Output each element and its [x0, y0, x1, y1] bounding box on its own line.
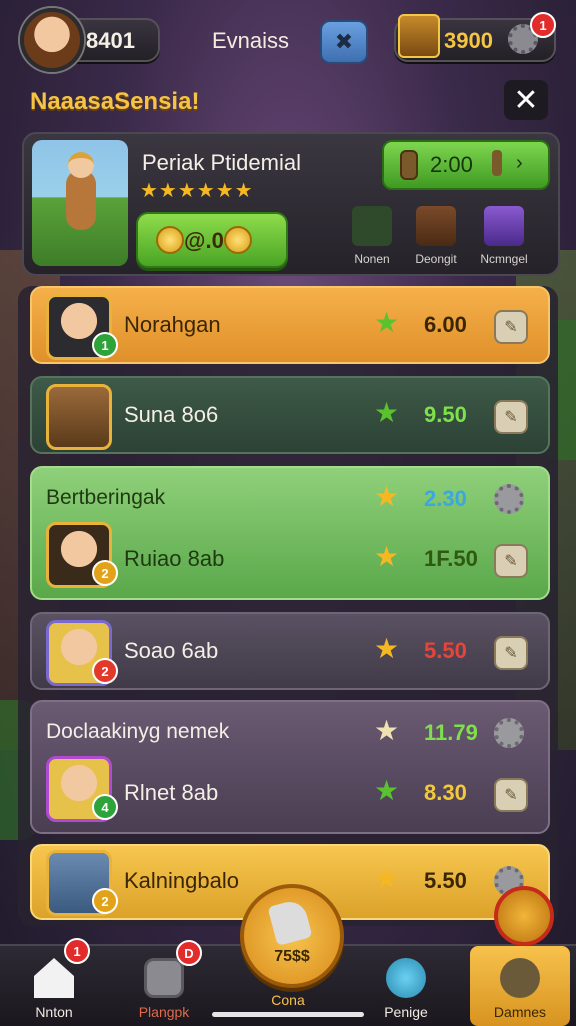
featured-tab-nonen[interactable]: Nonen — [342, 206, 402, 266]
star-icon: ★ — [374, 775, 400, 806]
item-name: Ruiao 8ab — [124, 546, 225, 571]
list-group: Doclaakinyg nemek ★ 11.79 4 Rlnet 8ab ★ … — [30, 700, 550, 834]
item-price: 9.50 — [424, 402, 467, 427]
paw-icon[interactable] — [494, 886, 554, 946]
item-name: Norahgan — [124, 312, 221, 337]
coin-icon — [224, 226, 252, 254]
token-icon — [400, 150, 418, 180]
star-icon: ★ — [374, 397, 400, 428]
chest-portrait-icon — [46, 384, 112, 450]
star-icon: ★ — [374, 715, 400, 746]
item-price: 6.00 — [424, 312, 467, 337]
hero-head — [68, 152, 94, 178]
featured-stars: ★★★★★★ — [140, 180, 254, 202]
star-icon: ★ — [374, 633, 400, 664]
star-icon: ★ — [374, 863, 400, 894]
nav-label: Plangpk — [138, 1004, 190, 1020]
group-price: 11.79 — [424, 720, 478, 745]
treasure-chest-icon — [398, 14, 440, 58]
level-badge: 2 — [92, 658, 118, 684]
featured-title: Periak Ptidemial — [142, 150, 301, 175]
chat-bubble-icon — [386, 958, 426, 998]
hero-body — [66, 170, 96, 230]
nav-label: Penige — [384, 1004, 428, 1020]
edit-icon[interactable]: ✎ — [494, 778, 528, 812]
center-value: 75$$ — [274, 948, 310, 965]
star-icon: ★ — [374, 481, 400, 512]
item-price: 8.30 — [424, 780, 467, 805]
buy-button[interactable]: @.00 — [136, 212, 288, 268]
purple-scroll-icon — [484, 206, 524, 246]
item-name: Suna 8o6 — [124, 402, 219, 427]
edit-icon[interactable]: ✎ — [494, 310, 528, 344]
gear-icon[interactable] — [494, 718, 524, 748]
token-icon — [492, 150, 502, 176]
group-price: 2.30 — [424, 486, 467, 511]
notification-badge: 1 — [64, 938, 90, 964]
star-icon: ★ — [374, 307, 400, 338]
top-bar: 8401 Evnaiss ✖ 3900 1 — [0, 0, 576, 84]
green-blob-icon — [352, 206, 392, 246]
nav-label: Cona — [271, 992, 305, 1008]
timer-button[interactable]: 2:00 › — [382, 140, 550, 190]
header-title: Evnaiss — [212, 28, 290, 53]
nav-label: Damnes — [493, 1004, 547, 1020]
featured-tab-label: Ncmngel — [480, 252, 528, 266]
star-icon: ★ — [374, 541, 400, 572]
notification-badge: 1 — [530, 12, 556, 38]
player-score: 8401 — [86, 28, 135, 53]
nav-label: Nnton — [35, 1004, 73, 1020]
featured-tab-label: Deongit — [415, 252, 457, 266]
gold-value: 3900 — [444, 28, 493, 53]
edit-icon[interactable]: ✎ — [494, 400, 528, 434]
group-title: Doclaakinyg nemek — [46, 720, 230, 743]
level-badge: 2 — [92, 560, 118, 586]
item-name: Rlnet 8ab — [124, 780, 219, 805]
home-indicator — [212, 1012, 364, 1017]
home-icon — [34, 958, 74, 998]
offer-list-panel: 1 Norahgan ★ 6.00 ✎ Suna 8o6 ★ 9.50 ✎ Be… — [18, 286, 558, 926]
edit-icon[interactable]: ✎ — [494, 544, 528, 578]
featured-hero-image — [32, 140, 128, 266]
horn-icon[interactable]: 75$$ — [240, 884, 344, 988]
list-item[interactable]: 2 Soao 6ab ★ 5.50 ✎ — [30, 612, 550, 690]
nav-damnes[interactable]: Damnes — [470, 946, 570, 1026]
player-avatar[interactable] — [20, 8, 84, 72]
wrench-icon[interactable]: ✖ — [320, 20, 368, 64]
coin-icon — [156, 226, 184, 254]
square-icon — [144, 958, 184, 998]
notification-badge: D — [176, 940, 202, 966]
hero-portrait-icon — [416, 206, 456, 246]
close-icon[interactable]: ✕ — [504, 80, 548, 120]
group-title: Bertberingak — [46, 486, 166, 509]
item-price: 5.50 — [424, 868, 467, 893]
item-price: 1F.50 — [424, 546, 478, 571]
level-badge: 4 — [92, 794, 118, 820]
featured-offer-card: Periak Ptidemial ★★★★★★ @.00 2:00 › None… — [22, 132, 560, 276]
chevron-right-icon: › — [516, 152, 523, 174]
gear-icon[interactable] — [494, 484, 524, 514]
list-group: Bertberingak ★ 2.30 2 Ruiao 8ab ★ 1F.50 … — [30, 466, 550, 600]
item-name: Soao 6ab — [124, 638, 219, 663]
featured-tab-deongit[interactable]: Deongit — [406, 206, 466, 266]
featured-tab-ncmngel[interactable]: Ncmngel — [474, 206, 534, 266]
item-name: Kalningbalo — [124, 868, 239, 893]
level-badge: 2 — [92, 888, 118, 914]
character-icon — [500, 958, 540, 998]
timer-value: 2:00 — [430, 152, 473, 177]
nav-penige[interactable]: Penige — [360, 946, 452, 1026]
edit-icon[interactable]: ✎ — [494, 636, 528, 670]
level-badge: 1 — [92, 332, 118, 358]
item-price: 5.50 — [424, 638, 467, 663]
horn-shape — [267, 898, 313, 946]
list-item[interactable]: Suna 8o6 ★ 9.50 ✎ — [30, 376, 550, 454]
featured-tab-label: Nonen — [354, 252, 390, 266]
list-item[interactable]: 1 Norahgan ★ 6.00 ✎ — [30, 286, 550, 364]
section-title: NaaasaSensia! — [30, 88, 200, 115]
